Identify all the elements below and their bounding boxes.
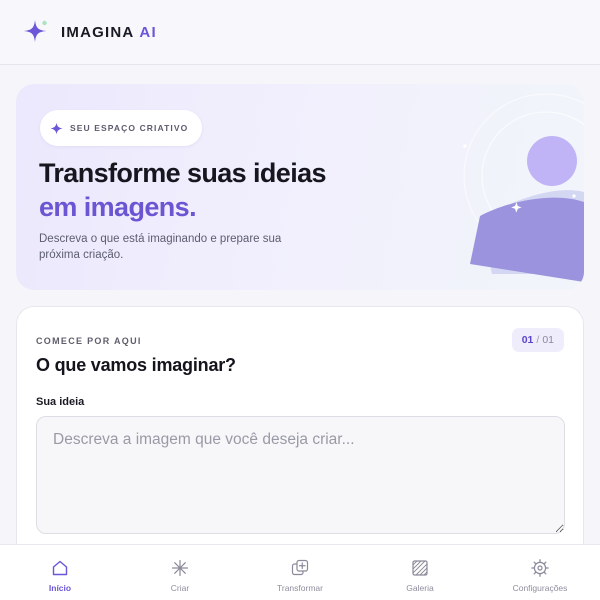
brand-name-text: IMAGINA <box>61 23 135 41</box>
nav-item-transformar[interactable]: Transformar <box>240 545 360 600</box>
hero-badge: SEU ESPAÇO CRIATIVO <box>40 110 203 146</box>
card-eyebrow: COMECE POR AQUI <box>36 336 142 346</box>
nav-item-configuracoes[interactable]: Configurações <box>480 545 600 600</box>
hero-title: Transforme suas ideias em imagens. <box>39 156 327 224</box>
hero-title-line2: em imagens. <box>39 192 197 222</box>
nav-label-galeria: Galeria <box>406 583 434 593</box>
step-current: 01 <box>521 334 534 346</box>
brand-name: IMAGINA AI <box>61 24 157 41</box>
nav-item-inicio[interactable]: Início <box>0 545 120 600</box>
hero-badge-label: SEU ESPAÇO CRIATIVO <box>70 123 189 133</box>
nav-item-galeria[interactable]: Galeria <box>360 545 480 600</box>
brand-name-accent: AI <box>139 23 157 41</box>
home-icon <box>52 560 68 576</box>
hero-banner: SEU ESPAÇO CRIATIVO Transforme suas idei… <box>16 84 584 290</box>
nav-item-criar[interactable]: Criar <box>120 545 240 600</box>
hero-subtitle: Descreva o que está imaginando e prepare… <box>39 233 282 261</box>
nav-label-configuracoes: Configurações <box>512 583 568 593</box>
app-header: IMAGINA AI <box>0 0 600 65</box>
hero-title-line1: Transforme suas ideias <box>39 158 327 188</box>
step-indicator: 01/01 <box>511 328 564 352</box>
sparkle-icon <box>50 121 63 135</box>
gallery-icon <box>412 560 428 576</box>
card-title: O que vamos imaginar? <box>36 355 236 375</box>
idea-input[interactable] <box>36 416 565 534</box>
idea-field-label: Sua ideia <box>36 396 85 408</box>
sparkle-burst-icon <box>171 559 189 577</box>
nav-label-inicio: Início <box>48 583 72 593</box>
step-total: 01 <box>542 334 554 346</box>
gear-icon <box>531 559 549 577</box>
bottom-nav: Início Criar Transformar Galeria Configu… <box>0 544 600 600</box>
step-separator: / <box>536 334 540 346</box>
abstract-landscape-illustration <box>463 93 584 282</box>
nav-label-criar: Criar <box>170 583 190 593</box>
sparkle-icon <box>24 20 47 42</box>
nav-label-transformar: Transformar <box>277 583 323 593</box>
image-plus-icon <box>291 559 309 576</box>
